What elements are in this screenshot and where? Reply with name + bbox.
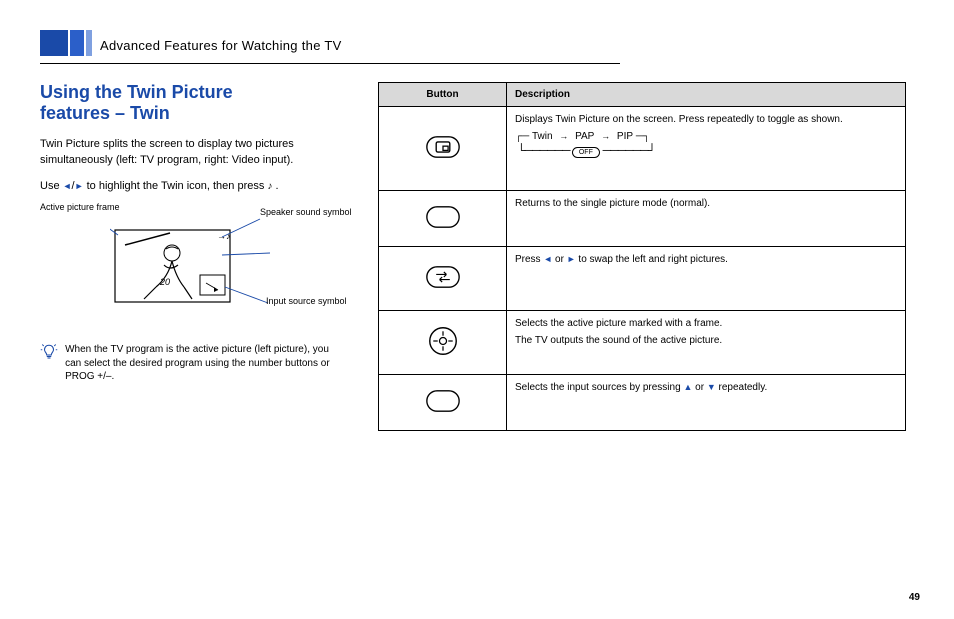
callout-active-frame: Active picture frame xyxy=(40,203,120,213)
r1-off-label: OFF xyxy=(572,147,600,158)
section-heading-line1: Using the Twin Picture xyxy=(40,82,233,102)
input-button-icon xyxy=(426,389,460,413)
r5-desc: Selects the input sources by pressing ▲ … xyxy=(515,381,897,394)
left-arrow-icon: ◄ xyxy=(63,181,72,191)
tip-icon xyxy=(40,343,58,361)
single-button-icon xyxy=(426,205,460,229)
page-number: 49 xyxy=(909,592,920,603)
header-bar-3 xyxy=(86,30,92,56)
note-icon: ♪ xyxy=(267,181,272,192)
header-bar-2 xyxy=(70,30,84,56)
r5-mid: or xyxy=(695,382,707,393)
svg-text:20: 20 xyxy=(159,277,170,287)
r1-desc: Displays Twin Picture on the screen. Pre… xyxy=(515,113,897,126)
r5-prefix: Selects the input sources by pressing xyxy=(515,382,683,393)
right-arrow-icon: ► xyxy=(567,254,576,264)
tip-text: When the TV program is the active pictur… xyxy=(65,343,345,384)
r1-seq-a: Twin xyxy=(532,130,553,143)
r3-suffix: to swap the left and right pictures. xyxy=(578,254,728,265)
r5-suffix: repeatedly. xyxy=(719,382,768,393)
nav-instruction: Use ◄/► to highlight the Twin icon, then… xyxy=(40,179,360,195)
left-arrow-icon: ◄ xyxy=(543,254,552,264)
r3-mid: or xyxy=(555,254,567,265)
callout-source: Input source symbol xyxy=(266,297,347,307)
intro-paragraph: Twin Picture splits the screen to displa… xyxy=(40,137,360,169)
down-arrow-icon: ▼ xyxy=(707,382,716,392)
nav-mid2: icon, then press xyxy=(187,180,268,192)
callout-speaker: Speaker sound symbol xyxy=(260,208,352,218)
twin-picture-illustration: →♪ 20 xyxy=(110,205,300,325)
joystick-icon xyxy=(428,326,458,356)
nav-suffix: . xyxy=(275,180,278,192)
col-header-button: Button xyxy=(379,83,507,107)
nav-feature: Twin xyxy=(161,180,184,192)
section-heading: Using the Twin Picture features – Twin xyxy=(40,82,360,123)
r1-seq-c: PIP xyxy=(617,130,633,143)
r4-desc: Selects the active picture marked with a… xyxy=(515,317,897,330)
nav-prefix: Use xyxy=(40,180,63,192)
button-description-table: Button Description xyxy=(378,82,906,431)
up-arrow-icon: ▲ xyxy=(683,382,692,392)
swap-button-icon xyxy=(426,265,460,289)
r4-desc2: The TV outputs the sound of the active p… xyxy=(515,334,897,347)
chapter-title: Advanced Features for Watching the TV xyxy=(100,38,914,53)
right-arrow-icon: ► xyxy=(75,181,84,191)
nav-mid1: to highlight the xyxy=(87,180,161,192)
r3-prefix: Press xyxy=(515,254,543,265)
header-rule xyxy=(40,63,620,64)
r1-sequence: ┌─ Twin → PAP → PIP ─┐ └────── OFF xyxy=(515,130,897,159)
tip-row: When the TV program is the active pictur… xyxy=(40,343,360,384)
r1-seq-b: PAP xyxy=(575,130,594,143)
col-header-description: Description xyxy=(507,83,906,107)
header-bar-1 xyxy=(40,30,68,56)
r2-desc: Returns to the single picture mode (norm… xyxy=(515,197,897,210)
section-heading-line2: features – Twin xyxy=(40,103,170,123)
r3-desc: Press ◄ or ► to swap the left and right … xyxy=(515,253,897,266)
twin-button-icon xyxy=(426,135,460,159)
